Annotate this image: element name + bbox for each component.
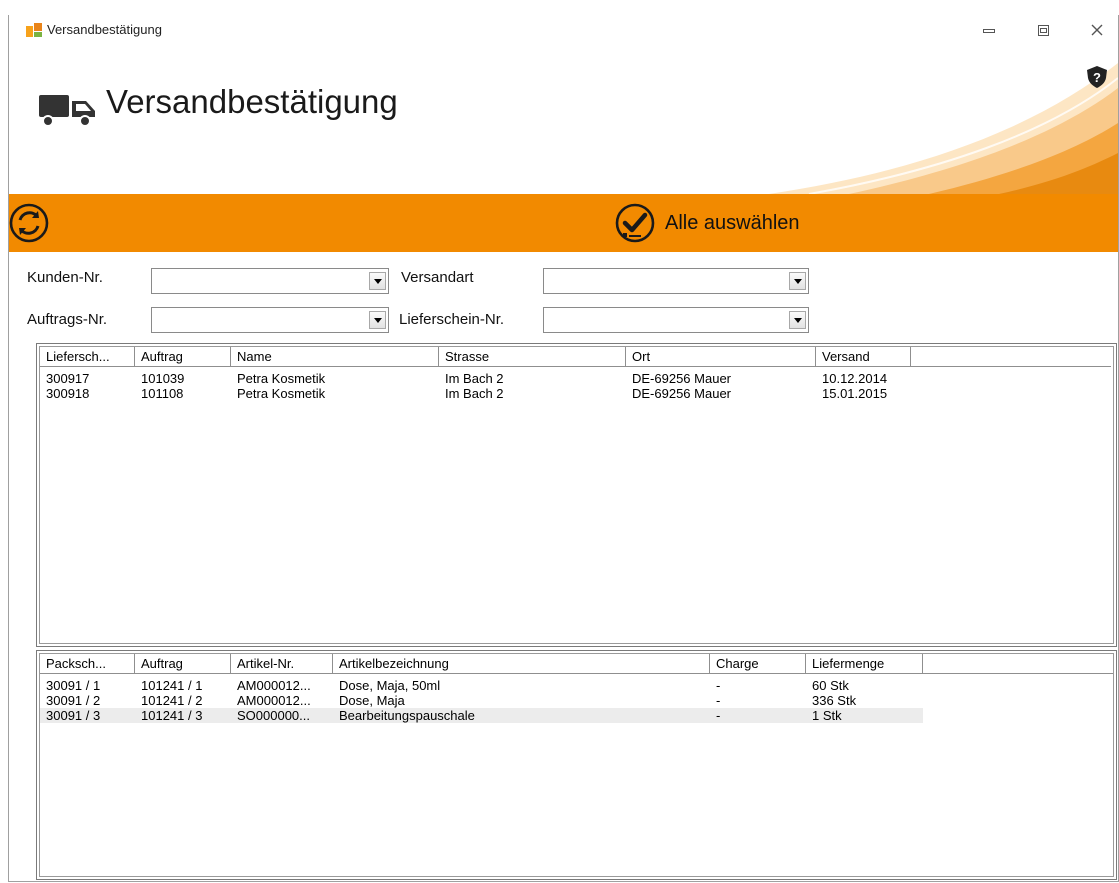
cell-lieferschein: 300917 (46, 371, 90, 386)
cell-auftrag: 101241 / 2 (141, 693, 203, 708)
column-header[interactable]: Name (231, 347, 439, 367)
kunden-nr-label: Kunden-Nr. (27, 269, 103, 286)
maximize-icon (1037, 24, 1049, 36)
cell-ort: DE-69256 Mauer (632, 371, 731, 386)
cell-strasse: Im Bach 2 (445, 386, 504, 401)
column-header[interactable]: Artikel-Nr. (231, 654, 333, 674)
refresh-button[interactable] (9, 203, 51, 243)
title-bar: Versandbestätigung (9, 15, 1118, 43)
cell-packschein: 30091 / 2 (46, 693, 101, 708)
svg-text:?: ? (1093, 70, 1101, 85)
column-header[interactable]: Ort (626, 347, 816, 367)
cell-ort: DE-69256 Mauer (632, 386, 731, 401)
shipments-header-row: Liefersch... Auftrag Name Strasse Ort Ve… (40, 347, 1111, 367)
select-all-label: Alle auswählen (665, 211, 800, 234)
cell-charge: - (716, 678, 721, 693)
close-button[interactable] (1085, 21, 1109, 39)
column-header[interactable]: Artikelbezeichnung (333, 654, 710, 674)
cell-versand: 15.01.2015 (822, 386, 888, 401)
cell-auftrag: 101039 (141, 371, 185, 386)
cell-charge: - (716, 708, 721, 723)
cell-artikel-nr: SO000000... (237, 708, 310, 723)
table-row[interactable]: 300918 101108 Petra Kosmetik Im Bach 2 D… (40, 386, 911, 401)
column-header[interactable]: Charge (710, 654, 806, 674)
close-icon (1091, 24, 1103, 36)
cell-name: Petra Kosmetik (237, 371, 326, 386)
truck-icon (39, 95, 95, 127)
refresh-icon (9, 203, 49, 243)
action-toolbar: Alle auswählen (9, 194, 1118, 252)
cell-liefermenge: 60 Stk (812, 678, 849, 693)
cell-packschein: 30091 / 3 (46, 708, 101, 723)
versandart-label: Versandart (401, 269, 474, 286)
cell-versand: 10.12.2014 (822, 371, 888, 386)
lieferschein-nr-label: Lieferschein-Nr. (399, 311, 505, 328)
dropdown-arrow-icon[interactable] (789, 272, 806, 290)
cell-artikelbezeichnung: Dose, Maja (339, 693, 405, 708)
lieferschein-nr-combobox[interactable] (543, 307, 809, 333)
app-icon (26, 23, 42, 37)
column-header[interactable]: Packsch... (40, 654, 135, 674)
table-row[interactable]: 300917 101039 Petra Kosmetik Im Bach 2 D… (40, 371, 911, 386)
cell-liefermenge: 336 Stk (812, 693, 857, 708)
shipments-grid[interactable]: Liefersch... Auftrag Name Strasse Ort Ve… (36, 343, 1117, 647)
page-header: Versandbestätigung ? (9, 43, 1118, 194)
column-header[interactable]: Auftrag (135, 347, 231, 367)
help-shield-icon[interactable]: ? (1087, 66, 1107, 88)
column-header[interactable]: Liefermenge (806, 654, 923, 674)
cell-strasse: Im Bach 2 (445, 371, 504, 386)
checkmark-circle-icon (615, 203, 655, 243)
column-header[interactable]: Strasse (439, 347, 626, 367)
cell-auftrag: 101241 / 1 (141, 678, 203, 693)
table-row-selected[interactable]: 30091 / 3 101241 / 3 SO000000... Bearbei… (40, 708, 923, 723)
maximize-button[interactable] (1031, 21, 1055, 39)
kunden-nr-combobox[interactable] (151, 268, 389, 294)
dropdown-arrow-icon[interactable] (789, 311, 806, 329)
select-all-button[interactable]: Alle auswählen (613, 203, 800, 243)
auftrags-nr-label: Auftrags-Nr. (27, 311, 108, 328)
column-header[interactable]: Auftrag (135, 654, 231, 674)
dropdown-arrow-icon[interactable] (369, 272, 386, 290)
versandart-combobox[interactable] (543, 268, 809, 294)
items-header-row: Packsch... Auftrag Artikel-Nr. Artikelbe… (40, 654, 1113, 674)
cell-artikelbezeichnung: Dose, Maja, 50ml (339, 678, 441, 693)
main-window: Versandbestätigung Versandbestätigung ? … (8, 15, 1119, 882)
page-title: Versandbestätigung (106, 83, 398, 120)
cell-lieferschein: 300918 (46, 386, 90, 401)
column-header[interactable]: Versand (816, 347, 911, 367)
cell-artikel-nr: AM000012... (237, 678, 311, 693)
items-grid[interactable]: Packsch... Auftrag Artikel-Nr. Artikelbe… (36, 650, 1117, 880)
cell-auftrag: 101108 (141, 386, 184, 401)
cell-packschein: 30091 / 1 (46, 678, 101, 693)
window-title: Versandbestätigung (47, 22, 162, 37)
column-header[interactable]: Liefersch... (40, 347, 135, 367)
cell-artikel-nr: AM000012... (237, 693, 311, 708)
cell-name: Petra Kosmetik (237, 386, 326, 401)
auftrags-nr-combobox[interactable] (151, 307, 389, 333)
minimize-icon (983, 29, 995, 33)
table-row[interactable]: 30091 / 2 101241 / 2 AM000012... Dose, M… (40, 693, 923, 708)
cell-auftrag: 101241 / 3 (141, 708, 203, 723)
cell-charge: - (716, 693, 721, 708)
table-row[interactable]: 30091 / 1 101241 / 1 AM000012... Dose, M… (40, 678, 923, 693)
column-header-filler (923, 654, 1113, 674)
dropdown-arrow-icon[interactable] (369, 311, 386, 329)
column-header-filler (911, 347, 1111, 367)
minimize-button[interactable] (977, 21, 1001, 39)
cell-artikelbezeichnung: Bearbeitungspauschale (339, 708, 475, 723)
cell-liefermenge: 1 Stk (812, 708, 842, 723)
